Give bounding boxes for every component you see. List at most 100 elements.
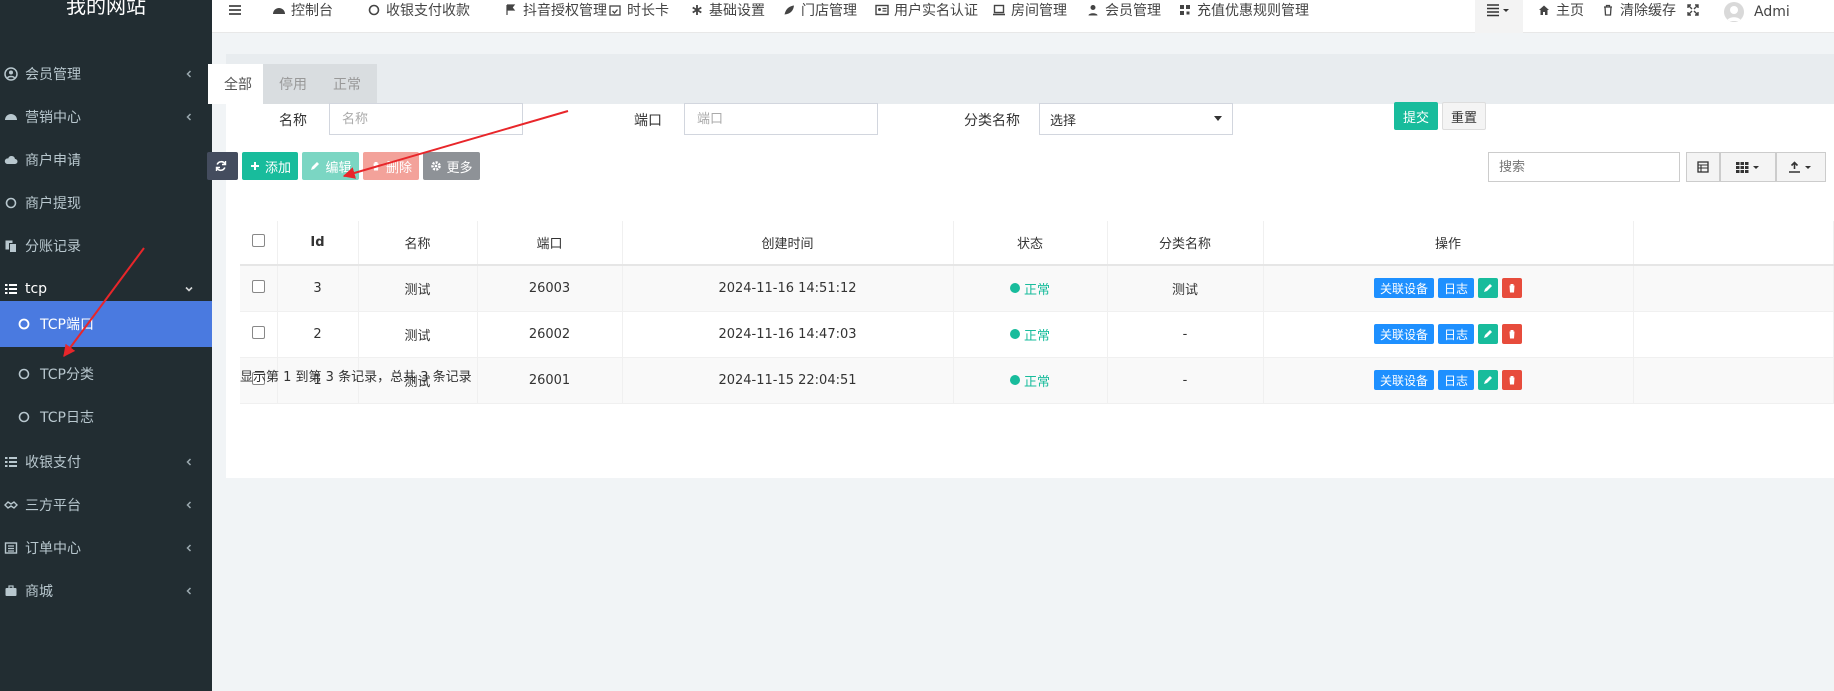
col-header-status[interactable]: 状态 <box>953 221 1108 266</box>
calendar-icon <box>608 3 622 17</box>
tab-normal[interactable]: 正常 <box>317 64 377 104</box>
cloud-icon <box>3 152 19 168</box>
row-checkbox-cell[interactable] <box>240 265 278 311</box>
col-header-id[interactable]: Id <box>277 221 359 266</box>
trash-icon <box>1601 3 1615 17</box>
link-device-button[interactable]: 关联设备 <box>1373 324 1434 344</box>
row-checkbox-cell[interactable] <box>240 311 278 357</box>
sidebar-item-merchant-apply[interactable]: 商户申请 <box>0 137 212 183</box>
topnav-cashier-collect[interactable]: 收银支付收款 <box>367 0 470 20</box>
topnav-more-dropdown[interactable] <box>1475 0 1523 33</box>
table-header-row: Id 名称 端口 创建时间 状态 分类名称 操作 <box>240 221 1834 266</box>
row-edit-button[interactable] <box>1478 278 1499 299</box>
sidebar-item-cashier[interactable]: 收银支付 <box>0 439 212 485</box>
select-all-checkbox[interactable] <box>251 234 265 247</box>
log-button[interactable]: 日志 <box>1438 370 1475 390</box>
select-all-checkbox-cell[interactable] <box>240 221 278 266</box>
sidebar-item-third-party[interactable]: 三方平台 <box>0 482 212 528</box>
cell-created: 2024-11-16 14:47:03 <box>622 311 954 357</box>
log-button[interactable]: 日志 <box>1438 324 1475 344</box>
sidebar-item-merchant-withdraw[interactable]: 商户提现 <box>0 180 212 226</box>
category-select[interactable]: 选择 <box>1039 103 1233 135</box>
name-filter-input[interactable] <box>329 103 523 135</box>
th-icon <box>1735 161 1761 173</box>
status-tabs: 全部 停用 正常 <box>208 54 1834 104</box>
topnav-basic-settings[interactable]: 基础设置 <box>690 0 765 20</box>
user-menu[interactable]: Admi <box>1724 0 1790 24</box>
topnav-recharge-rules[interactable]: 充值优惠规则管理 <box>1178 0 1309 20</box>
add-button[interactable]: 添加 <box>242 152 298 180</box>
user-circle-icon <box>3 66 19 82</box>
reset-button[interactable]: 重置 <box>1442 102 1486 130</box>
table-search-input[interactable] <box>1488 152 1680 182</box>
cell-created: 2024-11-16 14:51:12 <box>622 265 954 311</box>
cell-category: - <box>1107 357 1264 403</box>
sidebar-item-mall[interactable]: 商城 <box>0 568 212 614</box>
col-header-actions: 操作 <box>1263 221 1634 266</box>
circle-o-icon <box>16 366 32 382</box>
status-dot-icon <box>1009 375 1020 385</box>
topnav-room-management[interactable]: 房间管理 <box>992 0 1067 20</box>
top-navbar: 控制台 收银支付收款 抖音授权管理 时长卡 基础设置 门店管理 用户实名认证 房… <box>212 0 1834 33</box>
topnav-duration-card[interactable]: 时长卡 <box>608 0 669 20</box>
topnav-home[interactable]: 主页 <box>1537 0 1584 20</box>
topnav-member-management[interactable]: 会员管理 <box>1086 0 1161 20</box>
brand-logo[interactable]: 我的网站 <box>0 0 212 34</box>
fullscreen-icon[interactable] <box>1687 0 1699 20</box>
refresh-button[interactable] <box>207 152 238 180</box>
sidebar-item-tcp-category[interactable]: TCP分类 <box>0 351 212 397</box>
sidebar-item-orders[interactable]: 订单中心 <box>0 525 212 571</box>
link-device-button[interactable]: 关联设备 <box>1373 278 1434 299</box>
tab-all[interactable]: 全部 <box>208 64 268 104</box>
chevron-left-icon <box>182 110 196 124</box>
col-header-category[interactable]: 分类名称 <box>1107 221 1264 266</box>
topnav-dashboard[interactable]: 控制台 <box>272 0 333 20</box>
topnav-store-management[interactable]: 门店管理 <box>782 0 857 20</box>
row-checkbox[interactable] <box>251 325 265 339</box>
circle-o-icon <box>16 316 32 332</box>
row-delete-button[interactable] <box>1502 370 1523 390</box>
topnav-clear-cache[interactable]: 清除缓存 <box>1601 0 1676 20</box>
row-delete-button[interactable] <box>1502 324 1523 344</box>
more-button[interactable]: 更多 <box>423 152 480 180</box>
circle-o-icon <box>3 195 19 211</box>
sidebar-item-member[interactable]: 会员管理 <box>0 51 212 97</box>
delete-button[interactable]: 删除 <box>363 152 419 180</box>
chevron-left-icon <box>182 541 196 555</box>
columns-dropdown-button[interactable] <box>1720 152 1776 182</box>
row-delete-button[interactable] <box>1502 278 1523 299</box>
sidebar-item-marketing[interactable]: 营销中心 <box>0 94 212 140</box>
submit-button[interactable]: 提交 <box>1394 102 1438 130</box>
col-header-spacer <box>1633 221 1834 266</box>
row-edit-button[interactable] <box>1478 324 1499 344</box>
table-row: 1 测试 26001 2024-11-15 22:04:51 正常 - 关联设备… <box>240 357 1834 403</box>
sidebar-item-split-records[interactable]: 分账记录 <box>0 223 212 269</box>
row-checkbox[interactable] <box>251 279 265 293</box>
copy-icon <box>3 238 19 254</box>
tab-disabled[interactable]: 停用 <box>263 64 323 104</box>
user-icon <box>1086 3 1100 17</box>
topnav-douyin-auth[interactable]: 抖音授权管理 <box>504 0 607 20</box>
port-filter-input[interactable] <box>684 103 878 135</box>
chevron-left-icon <box>182 584 196 598</box>
topnav-real-name-auth[interactable]: 用户实名认证 <box>875 0 978 20</box>
toggle-view-button[interactable] <box>1686 152 1720 182</box>
sidebar-item-tcp-port[interactable]: TCP端口 <box>0 301 212 347</box>
export-dropdown-button[interactable] <box>1776 152 1826 182</box>
col-header-name[interactable]: 名称 <box>358 221 478 266</box>
sidebar-item-tcp-log[interactable]: TCP日志 <box>0 394 212 440</box>
list-icon <box>3 454 19 470</box>
pencil-icon <box>1483 329 1493 339</box>
laptop-icon <box>992 3 1006 17</box>
edit-button[interactable]: 编辑 <box>302 152 359 180</box>
table-icon <box>1697 161 1709 173</box>
row-edit-button[interactable] <box>1478 370 1499 390</box>
col-header-created[interactable]: 创建时间 <box>622 221 954 266</box>
col-header-port[interactable]: 端口 <box>477 221 623 266</box>
tcp-port-table: Id 名称 端口 创建时间 状态 分类名称 操作 3 测试 26003 2024… <box>240 221 1834 404</box>
cell-actions: 关联设备 日志 <box>1263 357 1634 403</box>
log-button[interactable]: 日志 <box>1438 278 1475 299</box>
briefcase-icon <box>3 583 19 599</box>
link-device-button[interactable]: 关联设备 <box>1373 370 1434 390</box>
menu-toggle-icon[interactable] <box>228 0 242 20</box>
